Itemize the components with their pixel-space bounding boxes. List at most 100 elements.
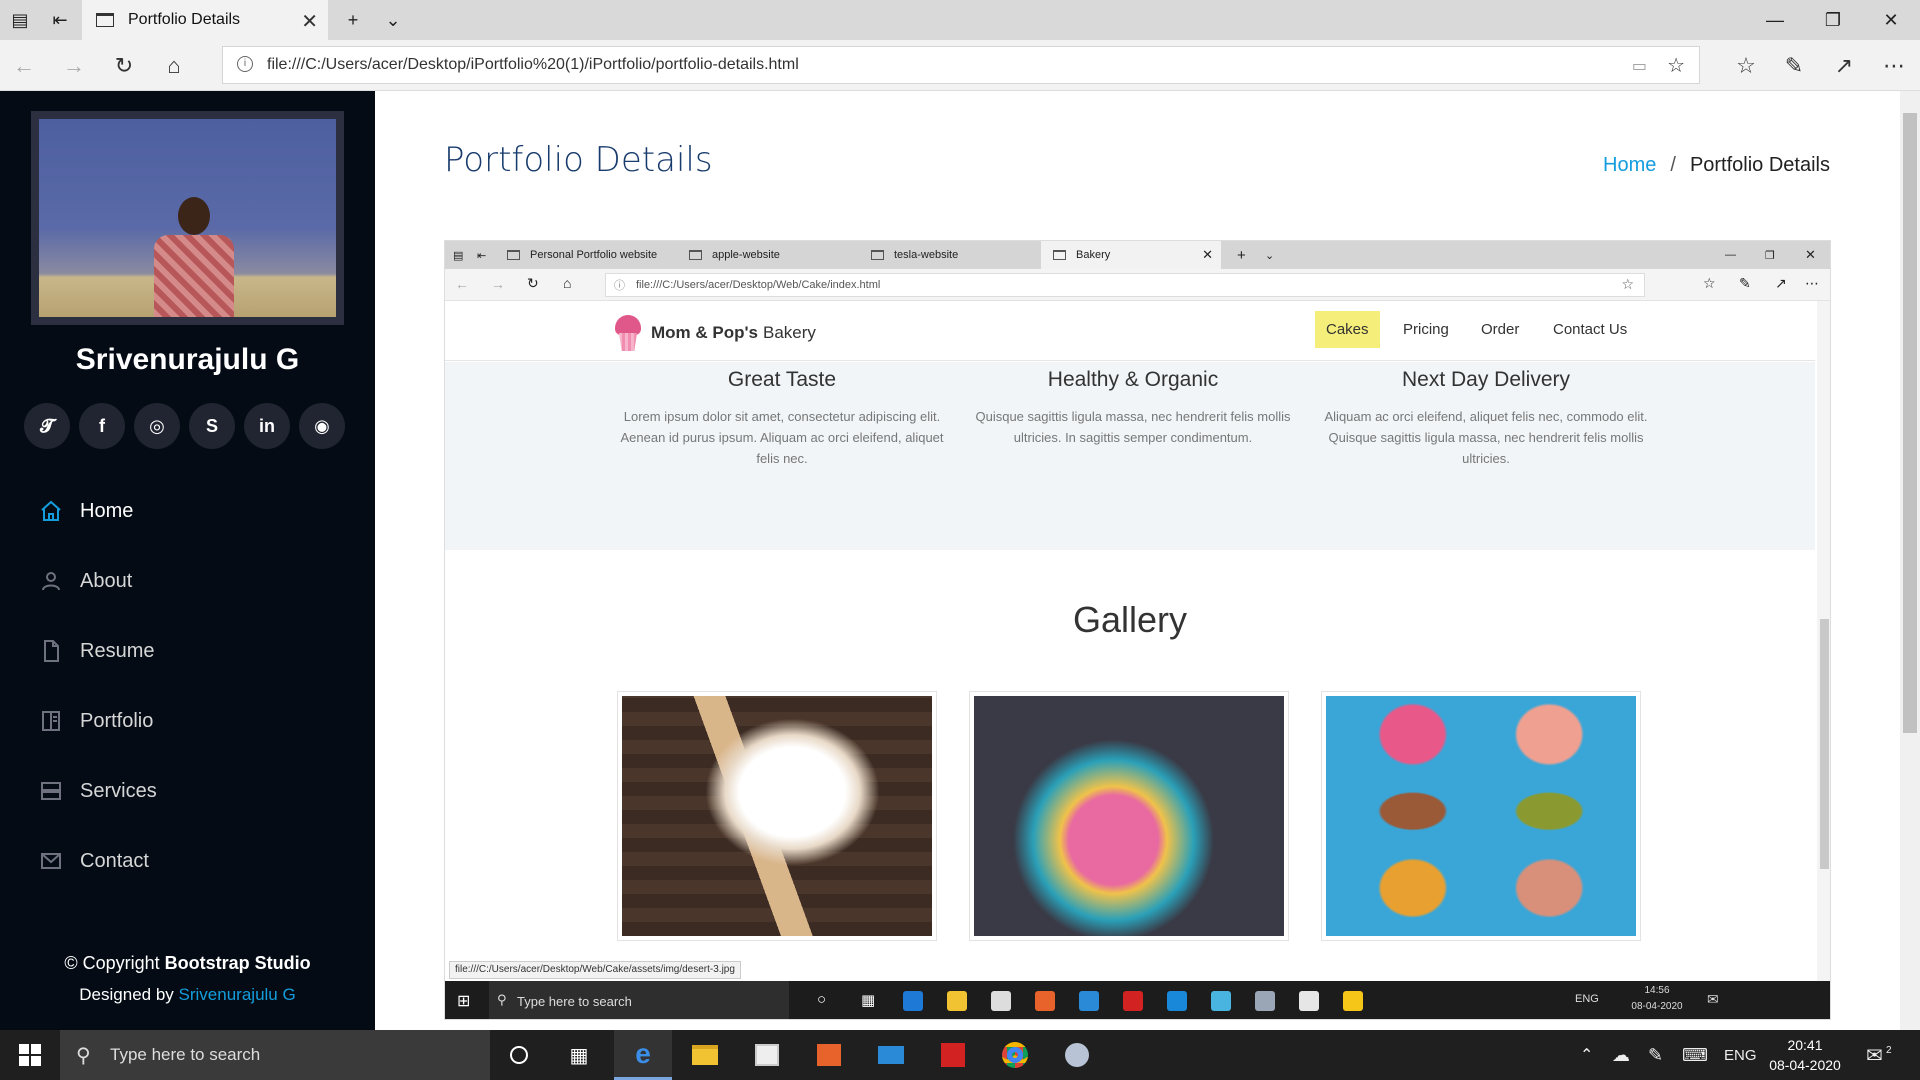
breadcrumb-home[interactable]: Home xyxy=(1603,154,1656,176)
language-indicator[interactable]: ENG xyxy=(1724,1030,1757,1080)
tab-list-chevron-icon[interactable]: ⌄ xyxy=(373,0,413,40)
forward-icon[interactable]: → xyxy=(56,48,92,84)
breadcrumb-current: Portfolio Details xyxy=(1689,154,1830,176)
embedded-set-aside-icon: ⇤ xyxy=(477,249,487,262)
embedded-sticky-icon xyxy=(1343,991,1363,1011)
embedded-scrollbar xyxy=(1817,301,1830,981)
nav-label: Contact xyxy=(80,849,149,872)
back-icon[interactable]: ← xyxy=(6,48,42,84)
minimize-icon[interactable]: — xyxy=(1746,0,1804,40)
embedded-search: ⚲ Type here to search xyxy=(489,981,789,1019)
office-icon[interactable] xyxy=(800,1030,858,1080)
feature-title: Healthy & Organic xyxy=(1047,368,1219,391)
new-tab-icon[interactable]: + xyxy=(333,0,373,40)
nav-home[interactable]: Home xyxy=(38,491,338,531)
person-figure xyxy=(154,197,234,317)
github-icon[interactable]: ◉ xyxy=(299,403,345,449)
gallery-title: Gallery xyxy=(1072,599,1188,640)
task-view-icon[interactable]: ▦ xyxy=(550,1030,608,1080)
tab-title: Portfolio Details xyxy=(128,11,241,28)
tray-chevron-icon[interactable]: ⌃ xyxy=(1580,1030,1593,1080)
cupcake-icon xyxy=(615,315,641,351)
embedded-tab: Personal Portfolio website xyxy=(495,241,675,269)
instagram-icon[interactable]: ◎ xyxy=(134,403,180,449)
nav-contact[interactable]: Contact xyxy=(38,841,338,881)
book-icon xyxy=(38,708,64,734)
edge-app-icon[interactable]: e xyxy=(614,1030,672,1080)
embedded-notifications-icon: ✉ xyxy=(1707,991,1719,1007)
envelope-icon xyxy=(38,848,64,874)
feature-text: Aliquam ac orci eleifend, aliquet felis … xyxy=(1324,409,1648,466)
refresh-icon[interactable]: ↻ xyxy=(106,48,142,84)
embedded-url-field: ⓘ file:///C:/Users/acer/Desktop/Web/Cake… xyxy=(605,273,1645,297)
nav-portfolio[interactable]: Portfolio xyxy=(38,701,338,741)
taskbar-search[interactable]: ⚲ Type here to search xyxy=(60,1030,490,1080)
bakery-nav-contact: Contact Us xyxy=(1553,321,1628,338)
embedded-app-icon xyxy=(1211,991,1231,1011)
tab-portfolio-details[interactable]: Portfolio Details ✕ xyxy=(82,0,328,40)
breadcrumb: Home / Portfolio Details xyxy=(1603,154,1830,177)
embedded-tab-label: apple-website xyxy=(712,249,780,261)
file-explorer-icon[interactable] xyxy=(676,1030,734,1080)
info-icon[interactable]: i xyxy=(237,56,253,72)
feature-text: Lorem ipsum dolor sit amet, consectetur … xyxy=(620,409,944,466)
designer-link[interactable]: Srivenurajulu G xyxy=(179,985,296,1004)
page-scrollbar[interactable] xyxy=(1900,91,1920,1030)
embedded-tab: apple-website xyxy=(677,241,857,269)
facebook-icon[interactable]: f xyxy=(79,403,125,449)
macaron-photo xyxy=(1326,696,1636,936)
scrollbar-thumb[interactable] xyxy=(1903,113,1917,733)
clock[interactable]: 20:41 08-04-2020 xyxy=(1760,1035,1850,1075)
nav-about[interactable]: About xyxy=(38,561,338,601)
skype-icon[interactable]: S xyxy=(189,403,235,449)
more-icon[interactable]: ⋯ xyxy=(1876,48,1912,84)
close-window-icon[interactable]: ✕ xyxy=(1862,0,1920,40)
bakery-nav-order: Order xyxy=(1481,321,1520,338)
feature-text: Quisque sagittis ligula massa, nec hendr… xyxy=(975,409,1291,445)
notifications-icon[interactable]: ✉ xyxy=(1866,1030,1883,1080)
copyright-brand: Bootstrap Studio xyxy=(164,953,311,973)
designed-by: Designed by Srivenurajulu G xyxy=(0,985,375,1005)
acrobat-icon[interactable] xyxy=(924,1030,982,1080)
linkedin-icon[interactable]: in xyxy=(244,403,290,449)
embedded-tab-actions-icon: ▤ xyxy=(453,249,464,262)
pen-icon[interactable]: ✎ xyxy=(1776,48,1812,84)
embedded-address-bar: ← → ↻ ⌂ ⓘ file:///C:/Users/acer/Desktop/… xyxy=(445,269,1830,301)
cortana-icon[interactable] xyxy=(490,1030,548,1080)
profile-photo xyxy=(31,111,344,325)
set-aside-tabs-icon[interactable]: ⇤ xyxy=(40,0,80,40)
address-input[interactable]: i file:///C:/Users/acer/Desktop/iPortfol… xyxy=(222,46,1700,84)
pen-tray-icon[interactable]: ✎ xyxy=(1648,1030,1663,1080)
onedrive-icon[interactable]: ☁ xyxy=(1612,1030,1630,1080)
browser-tab-bar: ▤ ⇤ Portfolio Details ✕ + ⌄ — ❐ ✕ xyxy=(0,0,1920,40)
dessert-photo xyxy=(622,696,932,936)
copyright-prefix: © Copyright xyxy=(64,953,160,973)
home-icon[interactable]: ⌂ xyxy=(156,48,192,84)
windows-taskbar: ⚲ Type here to search ▦ e ⌃ ☁ ✎ ⌨ ENG 20… xyxy=(0,1030,1920,1080)
tab-actions-icon[interactable]: ▤ xyxy=(0,0,40,40)
nav-resume[interactable]: Resume xyxy=(38,631,338,671)
store-icon[interactable] xyxy=(738,1030,796,1080)
restore-icon[interactable]: ❐ xyxy=(1804,0,1862,40)
keyboard-icon[interactable]: ⌨ xyxy=(1682,1030,1708,1080)
close-tab-icon[interactable]: ✕ xyxy=(301,9,318,34)
clock-date: 08-04-2020 xyxy=(1769,1057,1841,1073)
embedded-share-icon: ↗ xyxy=(1775,275,1787,291)
embedded-search-icon: ⚲ xyxy=(497,992,507,1007)
reading-view-icon[interactable]: ▭ xyxy=(1632,56,1647,76)
share-icon[interactable]: ↗ xyxy=(1826,48,1862,84)
favorite-star-icon[interactable]: ☆ xyxy=(1667,53,1685,78)
favorites-list-icon[interactable]: ☆ xyxy=(1728,48,1764,84)
nav-services[interactable]: Services xyxy=(38,771,338,811)
twitter-icon[interactable]: 𝓣 xyxy=(24,403,70,449)
embedded-star-icon: ☆ xyxy=(1621,276,1634,292)
feature-title: Great Taste xyxy=(727,368,837,391)
paint-icon[interactable] xyxy=(1048,1030,1106,1080)
embedded-photos-icon xyxy=(1299,991,1319,1011)
embedded-restore-icon: ❐ xyxy=(1765,249,1775,262)
designed-prefix: Designed by xyxy=(79,985,174,1004)
mail-icon[interactable] xyxy=(862,1030,920,1080)
home-icon xyxy=(38,498,64,524)
start-button[interactable] xyxy=(0,1030,60,1080)
chrome-icon[interactable] xyxy=(986,1030,1044,1080)
